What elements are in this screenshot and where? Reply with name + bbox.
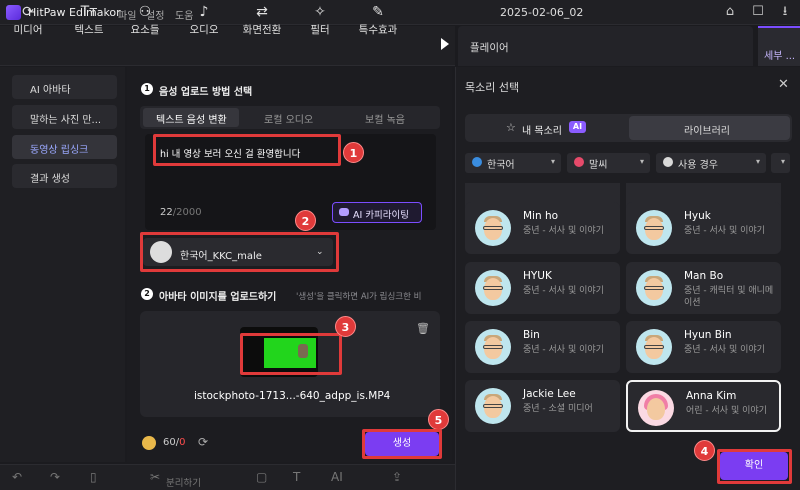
star-icon: ☆ [506, 121, 516, 134]
use-case-filter[interactable]: 사용 경우 ▾ [656, 153, 766, 173]
tab-my-voice[interactable]: 내 목소리 [522, 122, 562, 137]
voice-avatar [475, 210, 511, 246]
ai-copywriting-button[interactable]: AI 카피라이팅 [332, 202, 422, 223]
voice-card[interactable]: Jackie Lee 중년 - 소셜 미디어 [465, 380, 620, 432]
eyes-icon [663, 157, 673, 167]
voice-card[interactable]: Hyuk 중년 - 서사 및 이야기 [626, 202, 781, 254]
annotation-box-2 [140, 232, 339, 272]
annotation-box-1 [153, 134, 341, 166]
step-1-title: 음성 업로드 방법 선택 [159, 87, 253, 98]
ai-tool-icon[interactable]: AI [331, 470, 343, 484]
toolbar-scroll-right-icon[interactable] [441, 38, 449, 50]
globe-icon [472, 157, 482, 167]
annotation-box-4 [717, 449, 792, 484]
timeline-toolbar [0, 464, 455, 490]
tool-filter[interactable]: ✧ 필터 [294, 4, 346, 38]
tab-text-to-speech[interactable]: 텍스트 음성 변환 [156, 111, 227, 126]
tool-transition[interactable]: ⇄ 화면전환 [236, 4, 288, 38]
feedback-icon[interactable]: ☐ [750, 4, 766, 20]
voice-card[interactable]: HYUK 중년 - 서사 및 이야기 [465, 262, 620, 314]
undo-icon[interactable]: ↶ [12, 470, 22, 484]
sidebar-item-talking-photo[interactable]: 말하는 사진 만... [12, 105, 117, 129]
step-2-badge: 2 [141, 288, 153, 300]
download-icon[interactable]: ⭳ [777, 4, 793, 20]
annotation-box-3 [240, 333, 342, 375]
voice-card[interactable]: Hyun Bin 중년 - 서사 및 이야기 [626, 321, 781, 373]
voice-card[interactable]: Man Bo 중년 - 캐릭터 및 애니메이션 [626, 262, 781, 314]
close-icon[interactable]: ✕ [778, 77, 789, 92]
char-counter: 22/2000 [160, 207, 202, 218]
text-icon: Tт [80, 4, 98, 20]
more-filter[interactable]: ▾ [771, 153, 790, 173]
step-2-title: 아바타 이미지를 업로드하기 [159, 292, 277, 303]
export-icon[interactable]: ⇪ [392, 470, 402, 484]
voice-avatar [475, 270, 511, 306]
refresh-icon[interactable]: ⟳ [198, 435, 208, 449]
filter-icon: ✧ [314, 4, 326, 20]
effects-icon: ✎ [372, 4, 384, 20]
gift-icon[interactable]: ⌂ [722, 4, 738, 20]
scissors-icon[interactable]: ✂ [150, 470, 160, 484]
audio-icon: ♪ [199, 4, 209, 20]
chevron-down-icon: ▾ [780, 157, 785, 166]
dialog-title: 목소리 선택 [465, 81, 520, 94]
project-name: 2025-02-06_02 [500, 6, 584, 19]
lips-icon [574, 157, 584, 167]
ai-icon [339, 208, 349, 216]
transition-icon: ⇄ [256, 4, 268, 20]
sidebar-item-ai-avatar[interactable]: AI 아바타 [12, 75, 117, 99]
tab-library[interactable]: 라이브러리 [684, 122, 730, 137]
tone-filter[interactable]: 말씨 ▾ [567, 153, 650, 173]
credit-counter: 60/0 [163, 437, 186, 448]
delete-icon[interactable]: ▯ [90, 470, 97, 484]
tool-elements[interactable]: ⚇ 요소들 [119, 4, 171, 38]
tab-vocal-record[interactable]: 보컬 녹음 [365, 111, 405, 126]
voice-card-selected[interactable]: Anna Kim 어린 - 서사 및 이야기 [626, 380, 781, 432]
chevron-down-icon: ▾ [550, 157, 555, 166]
sidebar-item-result[interactable]: 결과 생성 [12, 164, 117, 188]
annotation-number-5: 5 [428, 409, 449, 430]
sidebar-item-lip-sync[interactable]: 동영상 립싱크 [12, 135, 117, 159]
step-2-hint: '생성'을 클릭하면 AI가 립싱크한 비 [296, 292, 422, 302]
tool-media[interactable]: ⟳ 미디어 [2, 4, 54, 38]
redo-icon[interactable]: ↷ [50, 470, 60, 484]
annotation-number-3: 3 [335, 316, 356, 337]
chevron-down-icon: ▾ [755, 157, 760, 166]
tool-audio[interactable]: ♪ 오디오 [178, 4, 230, 38]
trash-icon[interactable]: 🗑 [416, 322, 430, 335]
player-label: 플레이어 [470, 42, 509, 54]
chevron-down-icon: ▾ [639, 157, 644, 166]
char-max: /2000 [172, 207, 202, 218]
annotation-number-1: 1 [343, 142, 364, 163]
tool-effects[interactable]: ✎ 특수효과 [352, 4, 404, 38]
tab-local-audio[interactable]: 로컬 오디오 [264, 111, 313, 126]
char-count: 22 [160, 207, 173, 218]
annotation-number-2: 2 [295, 210, 316, 231]
voice-card[interactable]: Min ho 중년 - 서사 및 이야기 [465, 202, 620, 254]
annotation-number-4: 4 [694, 440, 715, 461]
sticker-icon[interactable]: ▢ [256, 470, 267, 484]
text-tool-icon[interactable]: T [293, 470, 300, 484]
tool-text[interactable]: Tт 텍스트 [63, 4, 115, 38]
voice-avatar [638, 390, 674, 426]
step-1-badge: 1 [141, 83, 153, 95]
voice-avatar [636, 210, 672, 246]
voice-avatar [636, 329, 672, 365]
voice-card[interactable]: Bin 중년 - 서사 및 이야기 [465, 321, 620, 373]
annotation-box-5 [362, 429, 442, 459]
split-label[interactable]: 분리하기 [166, 475, 201, 489]
voice-list: Min ho 중년 - 서사 및 이야기 Hyuk 중년 - 서사 및 이야기 … [463, 183, 793, 443]
media-icon: ⟳ [22, 4, 34, 20]
voice-avatar [475, 388, 511, 424]
ai-badge: AI [569, 121, 586, 133]
elements-icon: ⚇ [138, 4, 152, 20]
language-filter[interactable]: 한국어 ▾ [465, 153, 561, 173]
voice-avatar [475, 329, 511, 365]
voice-avatar [636, 270, 672, 306]
uploaded-file-name: istockphoto-1713...-640_adpp_is.MP4 [194, 390, 391, 402]
details-tab-label: 세부 ... [764, 51, 796, 62]
coin-icon [142, 436, 156, 450]
